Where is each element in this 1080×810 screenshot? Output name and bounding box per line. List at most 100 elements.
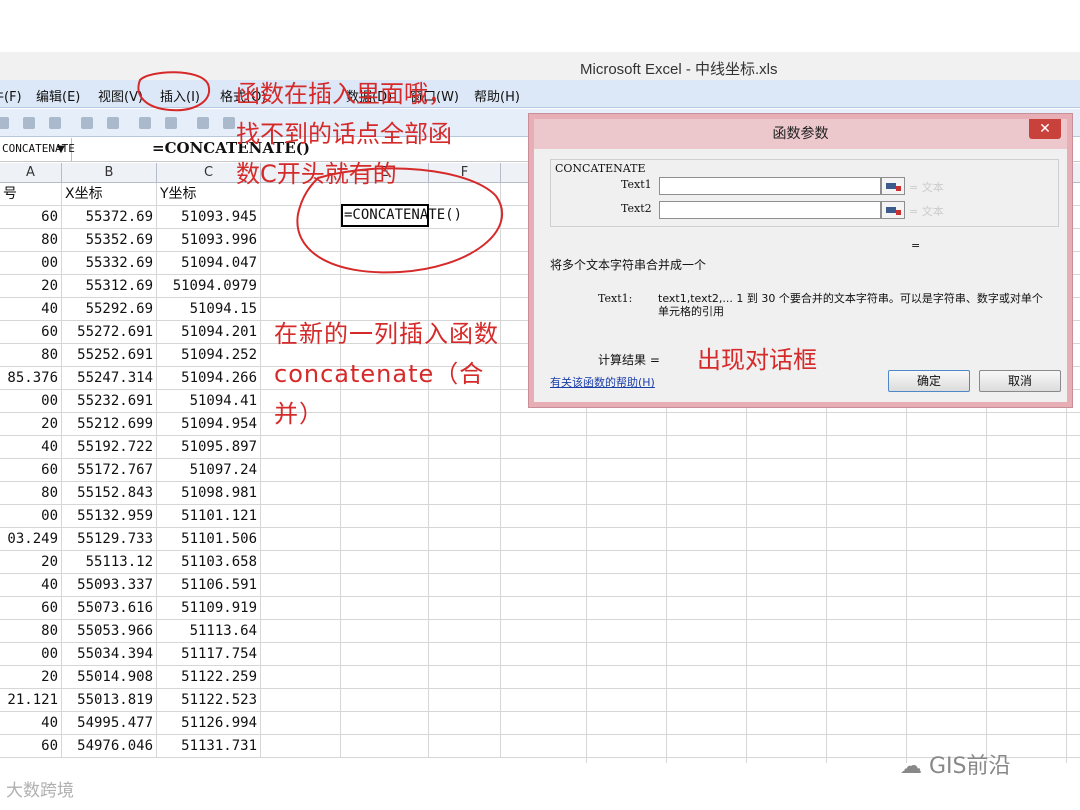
cell[interactable] [261,712,341,735]
cell[interactable] [341,574,429,597]
cell[interactable] [261,528,341,551]
cell-a[interactable]: 40 [0,298,62,321]
cell-b[interactable]: 55113.12 [62,551,157,574]
cell-c[interactable]: 51094.266 [157,367,261,390]
cell-c[interactable]: 51094.047 [157,252,261,275]
spelling-icon[interactable] [136,114,154,132]
cell-c[interactable]: 51106.591 [157,574,261,597]
cell-b[interactable]: 55312.69 [62,275,157,298]
cell[interactable] [429,459,501,482]
cell[interactable] [261,206,341,229]
cell-b[interactable]: 55053.966 [62,620,157,643]
cell-a[interactable]: 85.376 [0,367,62,390]
cell-c[interactable]: 51103.658 [157,551,261,574]
cell-b[interactable]: 55252.691 [62,344,157,367]
cell-c[interactable]: 51093.996 [157,229,261,252]
cell[interactable] [429,689,501,712]
cell[interactable] [341,689,429,712]
cell[interactable] [341,505,429,528]
cell-b[interactable]: 54995.477 [62,712,157,735]
cell-b[interactable]: 55192.722 [62,436,157,459]
menu-edit[interactable]: 编辑(E) [36,86,80,105]
cell-a[interactable]: 60 [0,597,62,620]
cell[interactable] [261,459,341,482]
close-icon[interactable]: ✕ [1029,119,1061,139]
cell[interactable] [261,275,341,298]
cancel-button[interactable]: 取消 [979,370,1061,392]
cell-c[interactable]: 51122.259 [157,666,261,689]
cell[interactable] [261,436,341,459]
cell[interactable] [341,735,429,758]
cell[interactable] [341,620,429,643]
print-icon[interactable] [78,114,96,132]
cell[interactable] [429,390,501,413]
cell-b[interactable]: 55212.699 [62,413,157,436]
cell-c[interactable]: 51098.981 [157,482,261,505]
cell-c[interactable]: 51097.24 [157,459,261,482]
cell-a[interactable]: 60 [0,735,62,758]
cell[interactable] [429,528,501,551]
cell[interactable] [341,666,429,689]
cell[interactable] [261,620,341,643]
cell-a[interactable]: 80 [0,482,62,505]
cell[interactable] [261,643,341,666]
research-icon[interactable] [162,114,180,132]
cell-b[interactable]: 55247.314 [62,367,157,390]
permission-icon[interactable] [20,114,38,132]
collapse-dialog-icon[interactable] [881,177,905,195]
cell-b[interactable]: 55129.733 [62,528,157,551]
cell[interactable] [429,275,501,298]
cell[interactable] [261,574,341,597]
cell[interactable] [429,551,501,574]
cell-b[interactable]: 55352.69 [62,229,157,252]
cell-a[interactable]: 40 [0,574,62,597]
cell-c[interactable]: 51101.121 [157,505,261,528]
cell-c[interactable]: 51109.919 [157,597,261,620]
cell-a[interactable]: 00 [0,252,62,275]
cell[interactable] [341,436,429,459]
cell-c[interactable]: 51117.754 [157,643,261,666]
collapse-dialog-icon[interactable] [881,201,905,219]
cell[interactable] [429,482,501,505]
cell[interactable] [429,735,501,758]
cell[interactable] [261,252,341,275]
cell-b[interactable]: 55232.691 [62,390,157,413]
cell[interactable] [261,229,341,252]
cell[interactable] [429,666,501,689]
cell-a[interactable]: 03.249 [0,528,62,551]
email-icon[interactable] [46,114,64,132]
cell-c[interactable]: 51122.523 [157,689,261,712]
cell-a[interactable]: 20 [0,666,62,689]
cell[interactable] [429,620,501,643]
cell-a[interactable]: 00 [0,390,62,413]
cell-a[interactable]: 20 [0,413,62,436]
cell-b[interactable]: 55292.69 [62,298,157,321]
cell[interactable] [341,551,429,574]
help-link[interactable]: 有关该函数的帮助(H) [550,374,655,390]
cell-b[interactable]: 55013.819 [62,689,157,712]
cell-a[interactable]: 20 [0,275,62,298]
cell-a[interactable]: 20 [0,551,62,574]
cell[interactable] [341,413,429,436]
cell-c[interactable]: 51094.252 [157,344,261,367]
cell-a[interactable]: 60 [0,206,62,229]
cell-a[interactable]: 60 [0,459,62,482]
cell[interactable] [341,712,429,735]
cell-b[interactable]: 55272.691 [62,321,157,344]
cell-c[interactable]: 51093.945 [157,206,261,229]
print-preview-icon[interactable] [104,114,122,132]
cell-b[interactable]: 55073.616 [62,597,157,620]
save-icon[interactable] [0,114,12,132]
column-header-b[interactable]: B [62,163,157,183]
cell[interactable] [261,505,341,528]
cell-c[interactable]: 51094.954 [157,413,261,436]
menu-file[interactable]: 文件(F) [0,86,22,105]
cell[interactable] [341,459,429,482]
cell[interactable] [261,597,341,620]
column-header-a[interactable]: A [0,163,62,183]
cell-header-a[interactable]: 号 [0,183,62,206]
cell-b[interactable]: 54976.046 [62,735,157,758]
cell-b[interactable]: 55152.843 [62,482,157,505]
cell[interactable] [429,643,501,666]
column-header-f[interactable]: F [429,163,501,183]
